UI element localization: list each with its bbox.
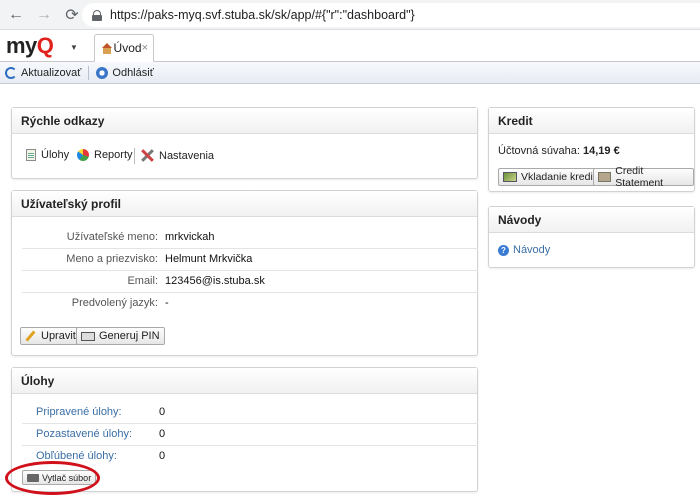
lock-icon — [92, 9, 102, 21]
jobs-row-paused: Pozastavené úlohy: 0 — [22, 424, 478, 446]
quick-link-settings[interactable]: Nastavenia — [141, 149, 214, 162]
toolbar: Aktualizovať Odhlásiť — [0, 62, 700, 84]
keypad-icon — [81, 331, 95, 341]
guides-panel: Návody ? Návody — [488, 206, 695, 268]
help-icon: ? — [498, 244, 509, 256]
quick-link-reports[interactable]: Reporty — [77, 149, 133, 161]
logout-button[interactable]: Odhlásiť — [91, 66, 158, 79]
guides-link[interactable]: ? Návody — [498, 244, 550, 256]
profile-row-fullname: Meno a priezvisko: Helmunt Mrkvička — [22, 249, 478, 271]
reload-icon[interactable]: ⟳ — [60, 3, 84, 27]
power-icon — [96, 66, 109, 79]
toolbar-divider — [88, 65, 90, 80]
profile-row-email: Email: 123456@is.stuba.sk — [22, 271, 478, 293]
jobs-row-favorite: Obľúbené úlohy: 0 — [36, 450, 166, 462]
pie-chart-icon — [77, 149, 89, 161]
generate-pin-button[interactable]: Generuj PIN — [76, 327, 165, 345]
user-profile-panel: Užívateľský profil Užívateľské meno: mrk… — [11, 190, 478, 356]
jobs-row-ready: Pripravené úlohy: 0 — [22, 402, 478, 424]
guides-title: Návody — [489, 207, 694, 233]
profile-row-username: Užívateľské meno: mrkvickah — [22, 227, 478, 249]
pencil-icon — [25, 330, 37, 342]
refresh-icon — [5, 66, 17, 79]
refresh-button[interactable]: Aktualizovať — [0, 66, 86, 79]
tab-home-label: Úvod — [113, 41, 142, 55]
browser-bar: ← → ⟳ https://paks-myq.svf.stuba.sk/sk/a… — [0, 0, 700, 30]
profile-row-language: Predvolený jazyk: - — [71, 297, 169, 309]
credit-balance: Účtovná súvaha: 14,19 € — [498, 145, 620, 157]
user-profile-title: Užívateľský profil — [12, 191, 477, 217]
quick-links-panel: Rýchle odkazy Úlohy Reporty Nastavenia — [11, 107, 478, 179]
tab-close-icon[interactable]: × — [142, 42, 148, 54]
credit-card-icon — [503, 172, 517, 182]
highlight-ellipse — [5, 461, 100, 495]
tab-home[interactable]: Úvod × — [94, 34, 154, 62]
credit-title: Kredit — [489, 108, 694, 134]
quick-links-title: Rýchle odkazy — [12, 108, 477, 134]
paused-jobs-link[interactable]: Pozastavené úlohy: — [36, 428, 132, 440]
quick-link-jobs[interactable]: Úlohy — [26, 149, 69, 161]
back-arrow-icon[interactable]: ← — [4, 3, 28, 27]
ready-jobs-link[interactable]: Pripravené úlohy: — [36, 406, 122, 418]
address-bar[interactable]: https://paks-myq.svf.stuba.sk/sk/app/#{"… — [82, 3, 700, 27]
quick-links-divider — [134, 148, 135, 164]
home-icon — [101, 42, 112, 54]
statement-icon — [598, 172, 612, 182]
document-icon — [26, 149, 36, 161]
edit-profile-button[interactable]: Upraviť — [20, 327, 82, 345]
forward-arrow-icon[interactable]: → — [32, 3, 56, 27]
credit-statement-button[interactable]: Credit Statement — [593, 165, 694, 189]
app-header: myQ ▼ Úvod × — [0, 30, 700, 62]
myq-logo[interactable]: myQ — [6, 33, 54, 59]
deposit-credit-button[interactable]: Vkladanie kreditu — [498, 168, 607, 186]
tools-icon — [141, 149, 154, 162]
jobs-title: Úlohy — [12, 368, 477, 394]
url-text: https://paks-myq.svf.stuba.sk/sk/app/#{"… — [110, 8, 415, 22]
logo-menu-caret-icon[interactable]: ▼ — [70, 43, 78, 52]
credit-panel: Kredit Účtovná súvaha: 14,19 € Vkladanie… — [488, 107, 695, 192]
